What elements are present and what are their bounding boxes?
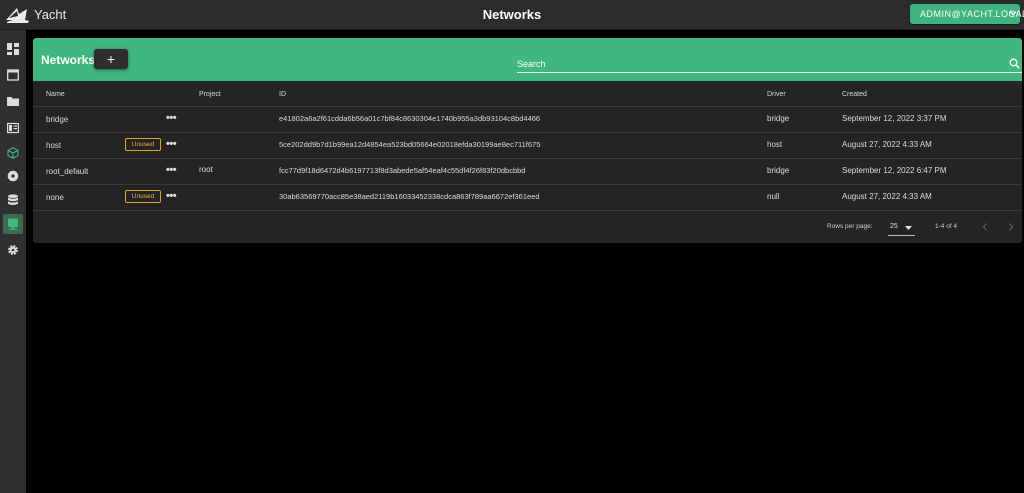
network-id: e41802a6a2f61cdda6b56a01c7bf84c8630304e1… (279, 114, 541, 123)
sidebar-item-images[interactable] (3, 166, 23, 186)
network-name[interactable]: none (46, 193, 64, 202)
cube-icon (7, 147, 19, 159)
sidebar-item-volumes[interactable] (3, 190, 23, 210)
sidebar-item-projects[interactable] (3, 91, 23, 111)
top-bar: Yacht Networks ADMIN@YACHT.LOCAL (0, 0, 1024, 30)
network-name[interactable]: bridge (46, 115, 68, 124)
folder-icon (7, 97, 19, 106)
networks-card-header: Networks + Search (33, 38, 1022, 81)
row-actions-button[interactable]: ••• (166, 138, 177, 150)
row-actions-button[interactable]: ••• (166, 190, 177, 202)
column-header-driver[interactable]: Driver (767, 91, 786, 98)
chevron-left-icon[interactable] (981, 222, 989, 232)
sidebar-item-templates[interactable] (3, 118, 23, 138)
row-divider (33, 132, 1022, 133)
rows-per-page-select[interactable]: 25 (890, 223, 898, 230)
sidebar-item-settings[interactable] (3, 240, 23, 260)
column-header-created[interactable]: Created (842, 91, 867, 98)
template-icon (7, 122, 19, 134)
network-project: root (199, 165, 213, 174)
add-network-label: + (106, 51, 116, 67)
sidebar-item-dashboard[interactable] (3, 39, 23, 59)
add-network-button[interactable]: + (94, 49, 128, 69)
sidebar-item-resources[interactable] (3, 143, 23, 163)
network-id: 5ce202dd9b7d1b99ea12d4854ea523bd05664e02… (279, 140, 541, 149)
column-header-id[interactable]: ID (279, 91, 286, 98)
sidebar-item-applications[interactable] (3, 65, 23, 85)
network-created: August 27, 2022 4:33 AM (842, 192, 932, 201)
row-divider (33, 210, 1022, 211)
rows-per-page-underline (888, 235, 915, 236)
network-driver: host (767, 140, 783, 149)
network-driver: bridge (767, 114, 790, 123)
networks-card-title: Networks (41, 53, 96, 67)
user-menu-button[interactable]: ADMIN@YACHT.LOCAL (910, 4, 1024, 24)
column-header-name[interactable]: Name (46, 91, 65, 98)
unused-badge: Unused (125, 190, 161, 203)
column-header-project[interactable]: Project (199, 91, 221, 98)
network-name[interactable]: root_default (46, 167, 88, 176)
networks-card: Networks + Search Name Project ID Driver… (33, 38, 1022, 243)
row-divider (33, 158, 1022, 159)
network-created: August 27, 2022 4:33 AM (842, 140, 932, 149)
page-title: Networks (482, 7, 542, 22)
window-icon (7, 69, 19, 81)
network-driver: bridge (767, 166, 790, 175)
row-actions-button[interactable]: ••• (166, 112, 177, 124)
settings-icon (8, 245, 18, 255)
network-name[interactable]: host (46, 141, 61, 150)
rows-per-page-label: Rows per page: (827, 223, 873, 230)
network-id: 30ab63569770acc85e38aed2119b16033452338c… (279, 192, 540, 201)
caret-down-icon[interactable] (905, 226, 912, 230)
search-input[interactable]: Search (517, 59, 546, 69)
network-id: fcc77d9f18d6472d4b6197713f8d3abede5af54e… (279, 166, 526, 175)
row-divider (33, 184, 1022, 185)
sidebar-item-networks[interactable] (3, 214, 23, 234)
search-underline (517, 72, 1022, 73)
network-created: September 12, 2022 3:37 PM (842, 114, 947, 123)
dashboard-icon (7, 43, 19, 55)
network-created: September 12, 2022 6:47 PM (842, 166, 947, 175)
disc-icon (7, 170, 19, 182)
network-icon (8, 218, 18, 230)
pagination-range: 1-4 of 4 (935, 223, 958, 230)
row-actions-button[interactable]: ••• (166, 164, 177, 176)
network-driver: null (767, 192, 780, 201)
sidebar (0, 30, 26, 493)
unused-badge: Unused (125, 138, 161, 151)
database-icon (8, 194, 18, 206)
search-icon[interactable] (1009, 58, 1020, 69)
chevron-down-icon (1009, 11, 1017, 16)
chevron-right-icon[interactable] (1007, 222, 1015, 232)
header-divider (33, 106, 1022, 107)
